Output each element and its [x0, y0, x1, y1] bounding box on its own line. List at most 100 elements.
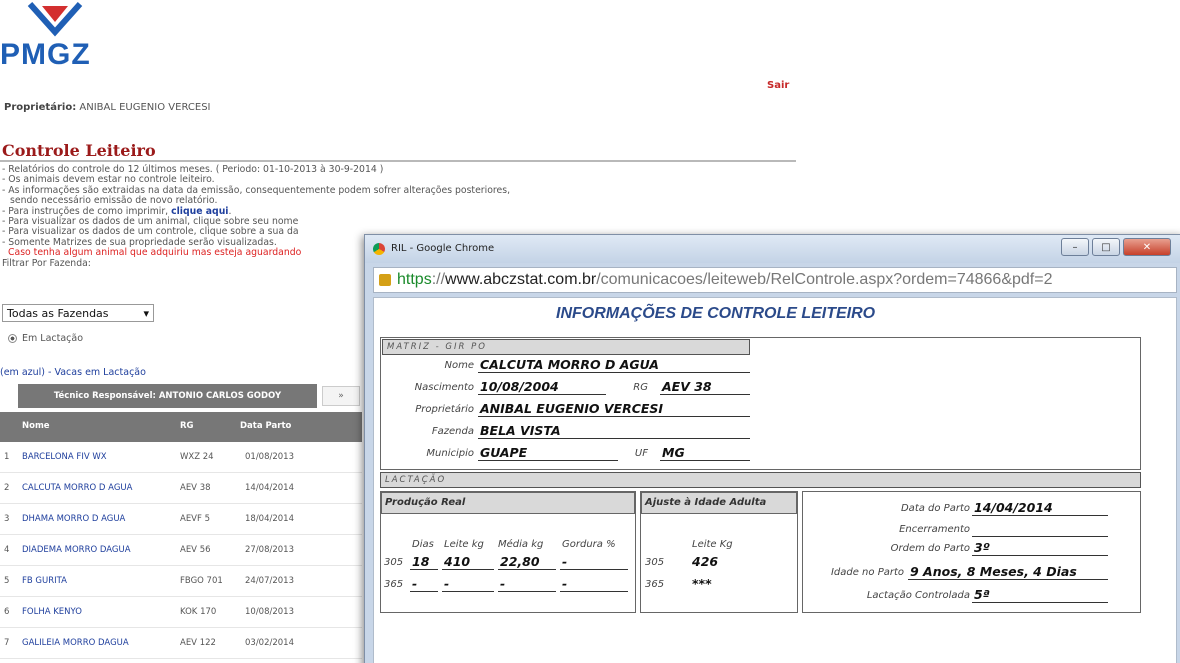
dias-305: 18: [410, 554, 438, 570]
data-parto-label: Data do Parto: [900, 503, 970, 514]
idade-parto-value: 9 Anos, 8 Meses, 4 Dias: [908, 564, 1108, 580]
encerramento-label: Encerramento: [899, 524, 970, 535]
animal-rg: AEV 38: [180, 483, 211, 493]
window-title: RIL - Google Chrome: [391, 243, 495, 254]
ajuste-365-label: 365: [645, 579, 665, 590]
fazenda-value: BELA VISTA: [478, 423, 750, 439]
calving-date-link[interactable]: 27/08/2013: [245, 545, 294, 555]
url-domain: www.abczstat.com.br: [445, 271, 597, 288]
window-titlebar[interactable]: RIL - Google Chrome – □ ✕: [365, 235, 1180, 263]
row-number: 3: [4, 514, 10, 524]
lactacao-controlada-value: 5ª: [972, 587, 1108, 603]
note-text: .: [228, 205, 232, 217]
minimize-button[interactable]: –: [1061, 238, 1089, 256]
idade-parto-label: Idade no Parto: [830, 567, 904, 578]
report-page: INFORMAÇÕES DE CONTROLE LEITEIRO MATRIZ …: [373, 297, 1177, 663]
col-gordura: Gordura %: [562, 539, 616, 550]
table-row: 4 DIADEMA MORRO DAGUA AEV 56 27/08/2013: [0, 535, 362, 566]
table-row: 1 BARCELONA FIV WX WXZ 24 01/08/2013: [0, 442, 362, 473]
animal-name-link[interactable]: DIADEMA MORRO DAGUA: [22, 545, 131, 555]
row-number: 2: [4, 483, 10, 493]
ajuste-header: Ajuste à Idade Adulta: [641, 492, 797, 514]
leite-305: 410: [442, 554, 494, 570]
animal-rg: AEV 122: [180, 638, 216, 648]
ordem-parto-label: Ordem do Parto: [890, 543, 970, 554]
municipio-value: GUAPE: [478, 445, 618, 461]
url-scheme: https: [397, 271, 432, 288]
animal-name-link[interactable]: GALILEIA MORRO DAGUA: [22, 638, 129, 648]
nascimento-value: 10/08/2004: [478, 379, 606, 395]
technician-bar: Técnico Responsável: ANTONIO CARLOS GODO…: [18, 384, 317, 408]
lactation-radio[interactable]: Em Lactação: [8, 333, 83, 344]
chrome-popup-window: RIL - Google Chrome – □ ✕ https://www.ab…: [364, 234, 1180, 663]
table-header: Nome RG Data Parto: [0, 412, 362, 442]
radio-label: Em Lactação: [22, 333, 84, 344]
owner-line: Proprietário: ANIBAL EUGENIO VERCESI: [4, 102, 211, 113]
col-nome[interactable]: Nome: [22, 421, 50, 431]
address-bar[interactable]: https://www.abczstat.com.br/comunicacoes…: [373, 267, 1177, 293]
calving-date-link[interactable]: 24/07/2013: [245, 576, 294, 586]
table-row: 7 GALILEIA MORRO DAGUA AEV 122 03/02/2014: [0, 628, 362, 659]
title-divider: [0, 160, 796, 162]
report-title: INFORMAÇÕES DE CONTROLE LEITEIRO: [556, 305, 876, 322]
col-rg[interactable]: RG: [180, 421, 194, 431]
nome-label: Nome: [444, 360, 475, 371]
pmgz-logo-icon: [27, 2, 83, 37]
chrome-icon: [373, 243, 385, 255]
row-number: 4: [4, 545, 10, 555]
owner-name: ANIBAL EUGENIO VERCESI: [79, 102, 211, 113]
nascimento-label: Nascimento: [414, 382, 474, 393]
calving-date-link[interactable]: 14/04/2014: [245, 483, 294, 493]
animal-name-link[interactable]: DHAMA MORRO D AGUA: [22, 514, 125, 524]
animal-rg: AEV 56: [180, 545, 211, 555]
animals-table: 1 BARCELONA FIV WX WXZ 24 01/08/2013 2 CALCU…: [0, 442, 362, 659]
matriz-section-header: MATRIZ - GIR PO: [382, 339, 750, 355]
page-title: Controle Leiteiro: [2, 141, 156, 160]
table-row: 5 FB GURITA FBGO 701 24/07/2013: [0, 566, 362, 597]
print-instructions-link[interactable]: clique aqui: [171, 206, 228, 217]
page: PMGZ Sair Proprietário: ANIBAL EUGENIO V…: [0, 0, 1180, 663]
calving-date-link[interactable]: 01/08/2013: [245, 452, 294, 462]
encerramento-value: [972, 521, 1108, 537]
proprietario-value: ANIBAL EUGENIO VERCESI: [478, 401, 750, 417]
lactacao-controlada-label: Lactação Controlada: [866, 590, 970, 601]
logout-link[interactable]: Sair: [767, 80, 789, 91]
gordura-305: -: [560, 554, 628, 570]
radio-icon: [8, 334, 17, 343]
leite-365: -: [442, 576, 494, 592]
row-number: 6: [4, 607, 10, 617]
table-row: 3 DHAMA MORRO D AGUA AEVF 5 18/04/2014: [0, 504, 362, 535]
animal-rg: AEVF 5: [180, 514, 210, 524]
technician-next-button[interactable]: »: [322, 386, 360, 406]
uf-label: UF: [634, 448, 648, 459]
rg-label: RG: [633, 382, 648, 393]
col-leite: Leite kg: [444, 539, 484, 550]
close-button[interactable]: ✕: [1123, 238, 1171, 256]
calving-date-link[interactable]: 03/02/2014: [245, 638, 294, 648]
maximize-button[interactable]: □: [1092, 238, 1120, 256]
url-separator: ://: [431, 271, 446, 288]
animal-rg: FBGO 701: [180, 576, 223, 586]
animal-name-link[interactable]: FB GURITA: [22, 576, 67, 586]
ajuste-col: Leite Kg: [692, 539, 733, 550]
animal-rg: WXZ 24: [180, 452, 214, 462]
note-text: - Para instruções de como imprimir,: [2, 205, 172, 217]
uf-value: MG: [660, 445, 750, 461]
farm-select-value: Todas as Fazendas: [7, 306, 109, 320]
farm-select[interactable]: Todas as Fazendas ▾: [2, 304, 154, 322]
media-365: -: [498, 576, 556, 592]
calving-date-link[interactable]: 18/04/2014: [245, 514, 294, 524]
proprietario-label: Proprietário: [415, 404, 474, 415]
calving-date-link[interactable]: 10/08/2013: [245, 607, 294, 617]
animal-name-link[interactable]: CALCUTA MORRO D AGUA: [22, 483, 132, 493]
row-number: 1: [4, 452, 10, 462]
table-row: 2 CALCUTA MORRO D AGUA AEV 38 14/04/2014: [0, 473, 362, 504]
animal-rg: KOK 170: [180, 607, 217, 617]
col-media: Média kg: [498, 539, 544, 550]
row-305-label: 305: [384, 557, 404, 568]
animal-name-link[interactable]: FOLHA KENYO: [22, 607, 82, 617]
col-data-parto[interactable]: Data Parto: [240, 421, 291, 431]
media-305: 22,80: [498, 554, 556, 570]
animal-name-link[interactable]: BARCELONA FIV WX: [22, 452, 107, 462]
ajuste-305-value: 426: [692, 554, 719, 569]
